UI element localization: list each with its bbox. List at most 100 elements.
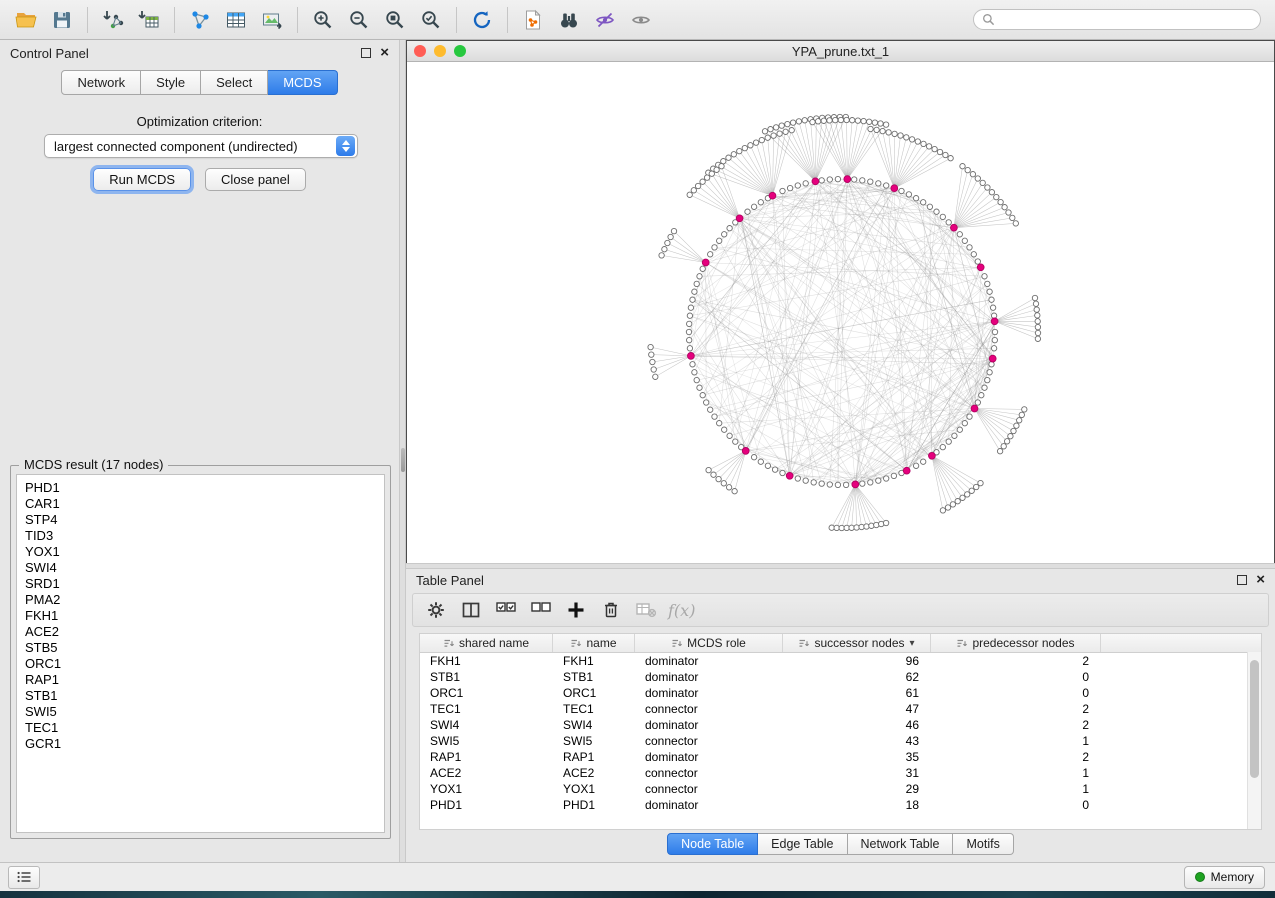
- memory-button[interactable]: Memory: [1184, 866, 1265, 889]
- column-header-shared-name[interactable]: shared name: [420, 634, 553, 652]
- hide-selected-button[interactable]: [587, 4, 623, 36]
- run-mcds-button[interactable]: Run MCDS: [93, 168, 191, 191]
- toolbar-separator: [456, 7, 457, 33]
- function-builder-button-disabled[interactable]: f(x): [668, 597, 695, 623]
- table-row[interactable]: YOX1YOX1connector291: [420, 781, 1261, 797]
- close-panel-icon[interactable]: ×: [380, 48, 389, 58]
- control-panel: Control Panel × Network Style Select MCD…: [0, 40, 399, 862]
- show-columns-button[interactable]: [458, 597, 484, 623]
- new-table-button[interactable]: [218, 4, 254, 36]
- table-row[interactable]: ACE2ACE2connector311: [420, 765, 1261, 781]
- mcds-result-item[interactable]: FKH1: [17, 608, 384, 624]
- import-table-button[interactable]: [131, 4, 167, 36]
- scrollbar-thumb[interactable]: [1250, 660, 1259, 778]
- table-row[interactable]: SWI5SWI5connector431: [420, 733, 1261, 749]
- table-row[interactable]: RAP1RAP1dominator352: [420, 749, 1261, 765]
- binoculars-icon: [557, 8, 581, 32]
- cell-successor_nodes: 62: [783, 669, 931, 685]
- deselect-all-button[interactable]: [528, 597, 554, 623]
- column-header-name[interactable]: name: [553, 634, 635, 652]
- zoom-fit-button[interactable]: [377, 4, 413, 36]
- tab-network-table[interactable]: Network Table: [848, 833, 954, 855]
- mcds-result-item[interactable]: TID3: [17, 528, 384, 544]
- open-folder-icon: [14, 8, 38, 32]
- column-header-successor-nodes[interactable]: successor nodes▾: [783, 634, 931, 652]
- application-window: Control Panel × Network Style Select MCD…: [0, 0, 1275, 898]
- vertical-splitter[interactable]: [399, 40, 406, 862]
- cell-predecessor_nodes: 2: [931, 717, 1101, 733]
- mcds-result-item[interactable]: SRD1: [17, 576, 384, 592]
- mcds-result-item[interactable]: PHD1: [17, 480, 384, 496]
- mcds-result-item[interactable]: STB5: [17, 640, 384, 656]
- cell-predecessor_nodes: 2: [931, 653, 1101, 669]
- mcds-result-item[interactable]: ORC1: [17, 656, 384, 672]
- new-network-button[interactable]: [182, 4, 218, 36]
- table-row[interactable]: SWI4SWI4dominator462: [420, 717, 1261, 733]
- mcds-result-item[interactable]: RAP1: [17, 672, 384, 688]
- cell-predecessor_nodes: 2: [931, 701, 1101, 717]
- mcds-result-item[interactable]: CAR1: [17, 496, 384, 512]
- criterion-value: largest connected component (undirected): [45, 139, 336, 154]
- refresh-layout-button[interactable]: [464, 4, 500, 36]
- search-field[interactable]: [973, 9, 1261, 30]
- cell-mcds_role: dominator: [635, 717, 783, 733]
- delete-table-button-disabled[interactable]: [633, 597, 659, 623]
- float-table-panel-icon[interactable]: [1237, 575, 1247, 585]
- delete-column-button[interactable]: [598, 597, 624, 623]
- float-panel-icon[interactable]: [361, 48, 371, 58]
- mcds-result-item[interactable]: STP4: [17, 512, 384, 528]
- tab-node-table[interactable]: Node Table: [667, 833, 758, 855]
- zoom-in-button[interactable]: [305, 4, 341, 36]
- tab-style[interactable]: Style: [141, 70, 201, 95]
- search-binoculars-button[interactable]: [551, 4, 587, 36]
- mcds-result-item[interactable]: SWI4: [17, 560, 384, 576]
- mcds-result-item[interactable]: GCR1: [17, 736, 384, 752]
- tab-motifs[interactable]: Motifs: [953, 833, 1013, 855]
- zoom-selected-button[interactable]: [413, 4, 449, 36]
- table-scrollbar[interactable]: [1247, 652, 1261, 829]
- network-from-selection-icon: [521, 8, 545, 32]
- toolbar-separator: [507, 7, 508, 33]
- network-graph[interactable]: [407, 62, 1274, 563]
- tab-network[interactable]: Network: [61, 70, 141, 95]
- column-header-mcds-role[interactable]: MCDS role: [635, 634, 783, 652]
- column-header-predecessor-nodes[interactable]: predecessor nodes: [931, 634, 1101, 652]
- zoom-fit-icon: [383, 8, 407, 32]
- sort-icon: [570, 638, 581, 649]
- task-history-button[interactable]: [8, 866, 40, 889]
- tab-edge-table[interactable]: Edge Table: [758, 833, 847, 855]
- mcds-result-item[interactable]: ACE2: [17, 624, 384, 640]
- show-all-button[interactable]: [623, 4, 659, 36]
- status-bar: Memory: [0, 862, 1275, 891]
- table-row[interactable]: FKH1FKH1dominator962: [420, 653, 1261, 669]
- table-panel: Table Panel × f(x): [406, 569, 1275, 862]
- mcds-result-item[interactable]: STB1: [17, 688, 384, 704]
- search-input[interactable]: [1000, 12, 1252, 28]
- import-network-button[interactable]: [95, 4, 131, 36]
- cell-shared_name: ACE2: [420, 765, 553, 781]
- cell-mcds_role: dominator: [635, 797, 783, 813]
- table-settings-button[interactable]: [423, 597, 449, 623]
- table-row[interactable]: STB1STB1dominator620: [420, 669, 1261, 685]
- table-toolbar: f(x): [412, 593, 1269, 627]
- criterion-dropdown[interactable]: largest connected component (undirected): [44, 134, 358, 158]
- add-column-button[interactable]: [563, 597, 589, 623]
- zoom-out-button[interactable]: [341, 4, 377, 36]
- table-row[interactable]: ORC1ORC1dominator610: [420, 685, 1261, 701]
- network-from-selection-button[interactable]: [515, 4, 551, 36]
- open-button[interactable]: [8, 4, 44, 36]
- export-image-button[interactable]: [254, 4, 290, 36]
- select-all-button[interactable]: [493, 597, 519, 623]
- mcds-result-item[interactable]: TEC1: [17, 720, 384, 736]
- tab-mcds[interactable]: MCDS: [268, 70, 337, 95]
- mcds-result-item[interactable]: YOX1: [17, 544, 384, 560]
- tab-select[interactable]: Select: [201, 70, 268, 95]
- cell-name: ORC1: [553, 685, 635, 701]
- close-panel-button[interactable]: Close panel: [205, 168, 306, 191]
- mcds-result-item[interactable]: PMA2: [17, 592, 384, 608]
- save-button[interactable]: [44, 4, 80, 36]
- table-row[interactable]: TEC1TEC1connector472: [420, 701, 1261, 717]
- close-table-panel-icon[interactable]: ×: [1256, 575, 1265, 585]
- table-row[interactable]: PHD1PHD1dominator180: [420, 797, 1261, 813]
- mcds-result-item[interactable]: SWI5: [17, 704, 384, 720]
